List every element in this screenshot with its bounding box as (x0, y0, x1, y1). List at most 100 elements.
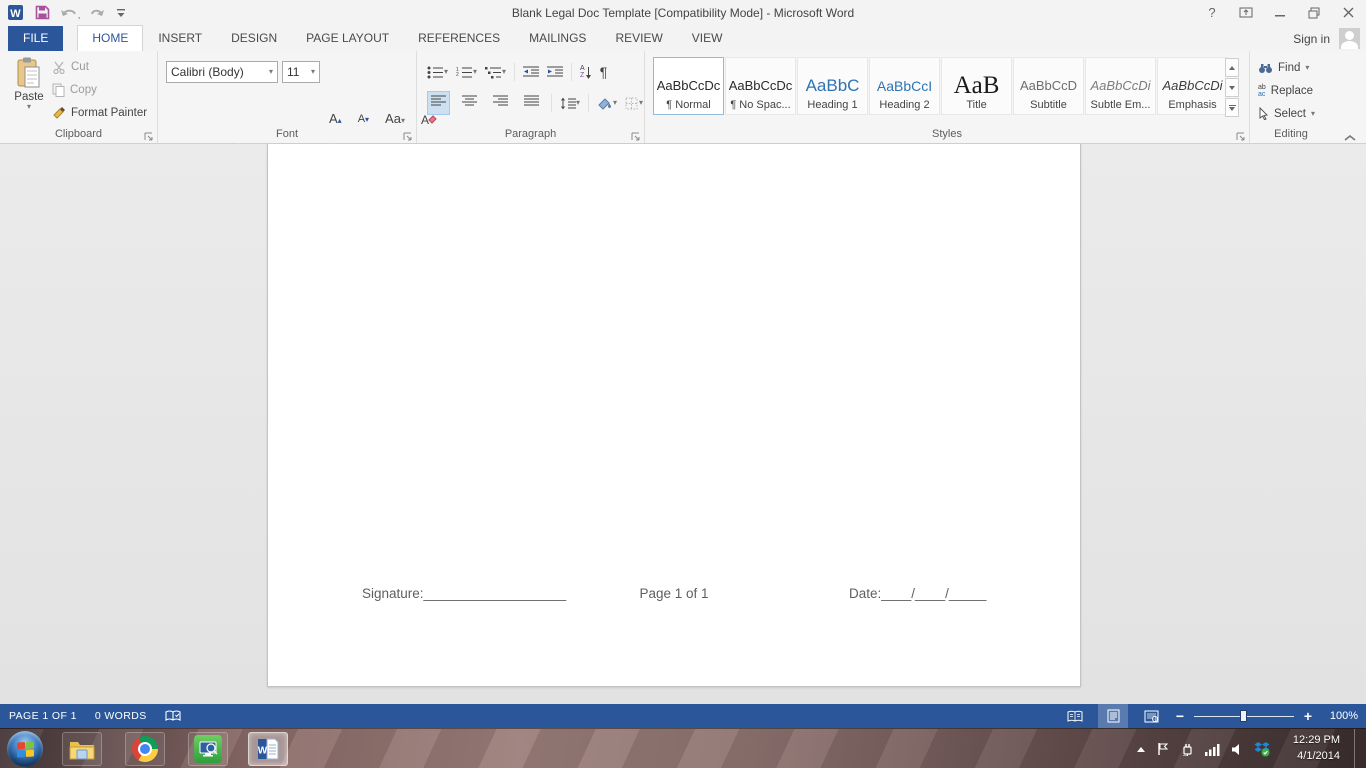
grow-font-button[interactable]: A▴ (326, 111, 345, 126)
zoom-slider[interactable] (1194, 704, 1294, 728)
show-paragraph-marks-button[interactable]: ¶ (600, 64, 608, 80)
minimize-icon[interactable] (1266, 2, 1294, 24)
tab-mailings[interactable]: MAILINGS (515, 26, 600, 51)
web-layout-view-icon[interactable] (1136, 704, 1166, 728)
tab-page-layout[interactable]: PAGE LAYOUT (292, 26, 403, 51)
sort-button[interactable]: AZ (580, 65, 592, 79)
page-number-text[interactable]: Page 1 of 1 (639, 586, 708, 601)
style-title[interactable]: AaB Title (941, 57, 1012, 115)
decrease-indent-button[interactable] (523, 66, 539, 78)
replace-button[interactable]: abac Replace (1258, 82, 1332, 99)
style-no-spacing[interactable]: AaBbCcDc ¶ No Spac... (725, 57, 796, 115)
font-name-caret[interactable]: ▾ (269, 68, 273, 76)
customize-quick-access-icon[interactable] (116, 8, 126, 18)
taskbar-screen-capture-icon[interactable] (188, 732, 228, 766)
styles-dialog-launcher[interactable] (1236, 129, 1246, 139)
redo-icon[interactable] (90, 6, 106, 20)
cut-button[interactable]: Cut (52, 59, 147, 75)
dropbox-icon[interactable] (1254, 741, 1270, 757)
zoom-in-button[interactable]: + (1302, 708, 1314, 724)
proofing-status-icon[interactable] (165, 709, 181, 723)
show-desktop-button[interactable] (1354, 729, 1366, 768)
document-page[interactable]: Signature:___________________ Page 1 of … (267, 144, 1081, 687)
tab-view[interactable]: VIEW (678, 26, 737, 51)
user-avatar[interactable] (1339, 28, 1360, 49)
power-plug-icon[interactable] (1180, 742, 1194, 756)
styles-more-icon[interactable] (1225, 98, 1239, 117)
zoom-slider-thumb[interactable] (1240, 710, 1247, 722)
network-signal-icon[interactable] (1205, 743, 1220, 756)
hidden-icons-chevron[interactable] (1136, 746, 1146, 753)
shrink-font-button[interactable]: A▾ (355, 113, 372, 125)
paragraph-divider1 (514, 63, 515, 81)
styles-scroll-up-icon[interactable] (1225, 58, 1239, 77)
find-button[interactable]: Find ▾ (1258, 59, 1332, 76)
paste-dropdown-caret[interactable]: ▾ (27, 103, 31, 111)
justify-button[interactable] (520, 91, 543, 115)
word-count-status[interactable]: 0 WORDS (95, 710, 147, 722)
tab-file[interactable]: FILE (8, 26, 63, 51)
bullets-button[interactable]: ▾ (427, 66, 448, 79)
taskbar-word-icon[interactable]: W (248, 732, 288, 766)
action-center-flag-icon[interactable] (1157, 742, 1169, 756)
taskbar-file-explorer-icon[interactable] (62, 732, 102, 766)
style-title-label: Title (966, 99, 986, 111)
font-name-combobox[interactable]: Calibri (Body) ▾ (166, 61, 278, 83)
tab-design[interactable]: DESIGN (217, 26, 291, 51)
style-subtitle[interactable]: AaBbCcD Subtitle (1013, 57, 1084, 115)
zoom-out-button[interactable]: − (1174, 708, 1186, 724)
numbering-button[interactable]: 12▾ (456, 66, 477, 79)
read-mode-view-icon[interactable] (1060, 704, 1090, 728)
sign-in-area[interactable]: Sign in (1293, 28, 1360, 49)
ribbon-group-clipboard: Paste ▾ Cut Copy Format Painter Clipboar… (0, 51, 158, 143)
align-center-button[interactable] (458, 91, 481, 115)
align-right-button[interactable] (489, 91, 512, 115)
sign-in-label[interactable]: Sign in (1293, 32, 1330, 46)
select-button[interactable]: Select ▾ (1258, 105, 1332, 122)
paragraph-dialog-launcher[interactable] (631, 129, 641, 139)
copy-button[interactable]: Copy (52, 82, 147, 98)
style-emphasis[interactable]: AaBbCcDi Emphasis (1157, 57, 1228, 115)
tab-references[interactable]: REFERENCES (404, 26, 514, 51)
align-left-button[interactable] (427, 91, 450, 115)
restore-icon[interactable] (1300, 2, 1328, 24)
save-icon[interactable] (35, 5, 50, 20)
change-case-button[interactable]: Aa▾ (382, 111, 408, 126)
date-line[interactable]: Date:____/____/_____ (849, 586, 986, 601)
format-painter-label: Format Painter (71, 107, 147, 119)
multilevel-list-button[interactable]: ▾ (485, 66, 506, 79)
line-spacing-button[interactable]: ▾ (560, 97, 580, 110)
page-count-status[interactable]: PAGE 1 OF 1 (9, 710, 77, 722)
style-heading1[interactable]: AaBbC Heading 1 (797, 57, 868, 115)
tab-insert[interactable]: INSERT (144, 26, 216, 51)
tab-review[interactable]: REVIEW (601, 26, 676, 51)
start-button[interactable] (7, 731, 43, 767)
style-heading2[interactable]: AaBbCcI Heading 2 (869, 57, 940, 115)
taskbar-clock[interactable]: 12:29 PM 4/1/2014 (1293, 732, 1340, 764)
font-size-caret[interactable]: ▾ (311, 68, 315, 76)
tab-home[interactable]: HOME (77, 25, 143, 51)
undo-icon[interactable] (60, 6, 80, 20)
styles-scroll-down-icon[interactable] (1225, 78, 1239, 97)
style-normal[interactable]: AaBbCcDc ¶ Normal (653, 57, 724, 115)
document-area[interactable]: Signature:___________________ Page 1 of … (0, 144, 1366, 704)
collapse-ribbon-icon[interactable] (1344, 129, 1356, 137)
format-painter-button[interactable]: Format Painter (52, 105, 147, 121)
zoom-percentage[interactable]: 100% (1322, 710, 1358, 722)
signature-line[interactable]: Signature:___________________ (362, 586, 566, 601)
style-subtle-emphasis[interactable]: AaBbCcDi Subtle Em... (1085, 57, 1156, 115)
shading-button[interactable]: ▾ (597, 97, 617, 110)
ribbon-display-options-icon[interactable] (1232, 2, 1260, 24)
increase-indent-button[interactable] (547, 66, 563, 78)
font-dialog-launcher[interactable] (403, 129, 413, 139)
print-layout-view-icon[interactable] (1098, 704, 1128, 728)
volume-speaker-icon[interactable] (1231, 743, 1243, 756)
font-size-combobox[interactable]: 11 ▾ (282, 61, 320, 83)
close-icon[interactable] (1334, 2, 1362, 24)
paste-button[interactable]: Paste ▾ (8, 57, 50, 129)
word-logo-icon[interactable]: W (8, 4, 25, 21)
taskbar-chrome-icon[interactable] (125, 732, 165, 766)
help-icon[interactable]: ? (1198, 2, 1226, 24)
clipboard-dialog-launcher[interactable] (144, 129, 154, 139)
borders-button[interactable]: ▾ (625, 97, 643, 110)
